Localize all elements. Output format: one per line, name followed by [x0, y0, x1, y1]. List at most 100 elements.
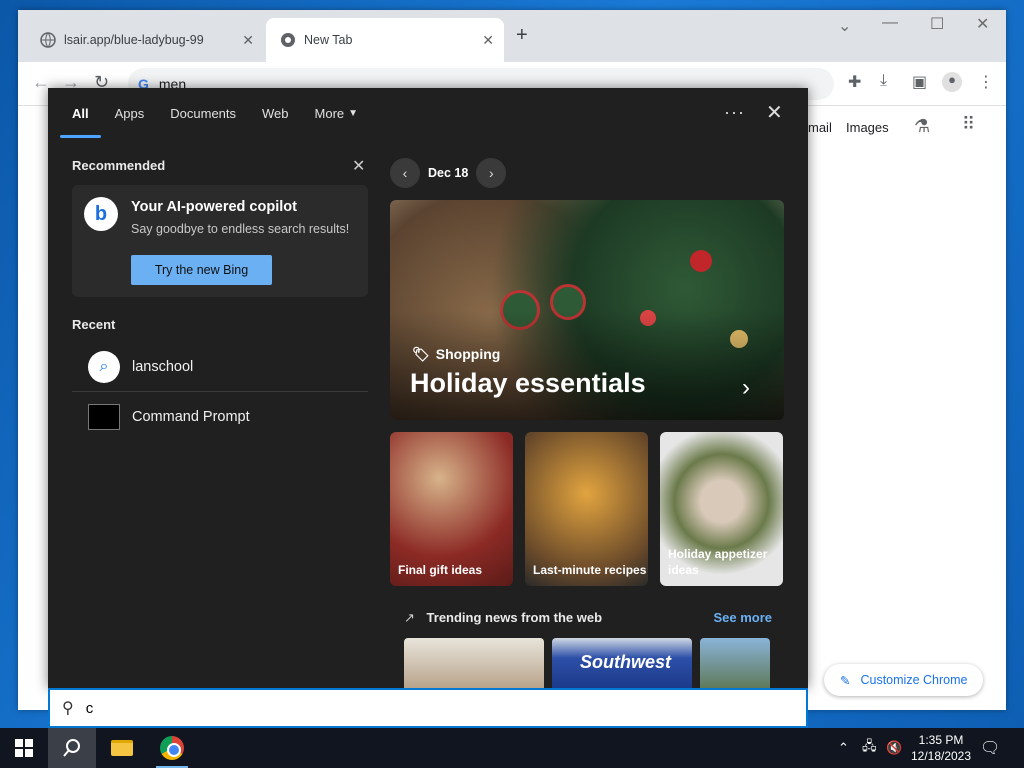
tab-all[interactable]: All — [60, 88, 100, 138]
news-strip: Southwest — [404, 638, 778, 688]
hero-tag: 🏷 Shopping — [412, 346, 500, 363]
download-icon[interactable]: ⤓ — [880, 72, 887, 90]
news-item[interactable] — [700, 638, 770, 688]
bing-logo-icon: b — [84, 197, 118, 231]
chrome-icon — [160, 736, 184, 760]
maximize-button[interactable]: ☐ — [930, 14, 944, 34]
tab-close-icon[interactable]: ✕ — [482, 32, 494, 49]
tab-web[interactable]: Web — [262, 88, 289, 138]
search-icon — [63, 739, 80, 757]
news-item[interactable]: Southwest — [552, 638, 692, 688]
southwest-logo: Southwest — [580, 652, 672, 672]
tab-strip: lsair.app/blue-ladybug-99 ✕ New Tab ✕ + … — [18, 10, 1006, 62]
tab-new-tab[interactable]: New Tab ✕ — [266, 18, 504, 62]
date-nav: ‹ Dec 18 › — [390, 158, 786, 188]
tab-more[interactable]: More ▼ — [315, 88, 359, 138]
hero-tag-label: Shopping — [435, 346, 501, 362]
search-icon: ⌕ — [88, 351, 120, 383]
close-window-button[interactable]: ✕ — [976, 14, 989, 34]
card-label: Holiday appetizer ideas — [668, 547, 768, 577]
folder-icon — [111, 740, 133, 756]
extensions-icon[interactable]: ✚ — [848, 72, 861, 92]
recent-item-label: Command Prompt — [132, 409, 250, 425]
recent-heading: Recent — [72, 317, 116, 332]
recent-item-label: lanschool — [132, 358, 194, 375]
hero-card-holiday[interactable]: 🏷 Shopping Holiday essentials › — [390, 200, 784, 420]
recent-item-lanschool[interactable]: ⌕ lanschool — [72, 342, 368, 392]
search-box[interactable]: ⚲ — [48, 688, 808, 728]
notification-icon[interactable]: 🗨 — [980, 738, 1000, 758]
side-panel-icon[interactable]: ▣ — [912, 72, 927, 92]
tab-title: lsair.app/blue-ladybug-99 — [64, 33, 204, 47]
card-label: Final gift ideas — [398, 563, 483, 577]
bing-promo-card: b Your AI-powered copilot Say goodbye to… — [72, 185, 368, 297]
card-gift-ideas[interactable]: Final gift ideas — [390, 432, 513, 586]
volume-muted-icon[interactable]: 🔇 — [886, 728, 902, 768]
tab-title: New Tab — [304, 33, 353, 47]
tab-lsair[interactable]: lsair.app/blue-ladybug-99 ✕ — [26, 18, 264, 62]
search-input[interactable] — [85, 699, 686, 717]
close-flyout-icon[interactable]: ✕ — [766, 100, 783, 125]
recommended-heading: Recommended — [72, 158, 166, 173]
clock[interactable]: 1:35 PM 12/18/2023 — [906, 732, 976, 764]
taskbar-search-button[interactable] — [48, 728, 96, 768]
card-appetizer[interactable]: Holiday appetizer ideas — [660, 432, 783, 586]
more-options-icon[interactable]: ··· — [724, 102, 745, 123]
prev-date-icon[interactable]: ‹ — [390, 158, 420, 188]
see-more-link[interactable]: See more — [713, 610, 772, 625]
network-icon[interactable]: 🖧 — [862, 728, 877, 768]
apps-grid-icon[interactable]: ⠿ — [962, 114, 975, 135]
clock-time: 1:35 PM — [918, 733, 964, 747]
right-pane: ‹ Dec 18 › 🏷 Shopping Holiday essentials … — [390, 158, 786, 688]
dropdown-arrow-icon: ▼ — [348, 107, 359, 119]
left-pane: Recommended ✕ b Your AI-powered copilot … — [72, 158, 368, 442]
globe-icon — [40, 32, 56, 48]
search-flyout: All Apps Documents Web More ▼ ··· ✕ Reco… — [48, 88, 808, 688]
chrome-icon — [280, 32, 296, 48]
card-label: Last-minute recipes — [533, 563, 647, 577]
customize-label: Customize Chrome — [860, 673, 968, 687]
bing-card-title: Your AI-powered copilot — [131, 199, 297, 215]
minimize-button[interactable]: — — [882, 14, 898, 32]
labs-icon[interactable]: ⚗ — [914, 116, 930, 137]
tab-close-icon[interactable]: ✕ — [242, 32, 254, 49]
trending-title: Trending news from the web — [426, 610, 603, 625]
tag-icon: 🏷 — [412, 346, 430, 362]
tab-more-label: More — [314, 105, 345, 121]
ornament-image — [690, 250, 712, 272]
search-tabs: All Apps Documents Web More ▼ ··· ✕ — [48, 88, 808, 138]
bing-card-subtitle: Say goodbye to endless search results! — [131, 222, 350, 236]
start-button[interactable] — [0, 728, 48, 768]
topic-cards: Final gift ideas Last-minute recipes Hol… — [390, 432, 795, 586]
hero-shade — [390, 310, 784, 420]
search-icon: ⚲ — [62, 700, 74, 717]
trending-icon: ↗ — [404, 610, 415, 625]
chevron-right-icon: › — [742, 374, 750, 401]
trending-header: ↗ Trending news from the web See more — [404, 610, 772, 630]
new-tab-button[interactable]: + — [516, 24, 528, 47]
cmd-icon — [88, 404, 120, 430]
hero-title: Holiday essentials — [410, 368, 646, 398]
dismiss-recommended-icon[interactable]: ✕ — [352, 156, 365, 176]
profile-icon[interactable]: ● — [942, 72, 962, 92]
taskbar: ⌃ 🖧 🔇 1:35 PM 12/18/2023 🗨 — [0, 728, 1024, 768]
date-label: Dec 18 — [428, 166, 469, 180]
clock-date: 12/18/2023 — [910, 749, 972, 763]
try-bing-button[interactable]: Try the new Bing — [131, 255, 272, 285]
file-explorer-button[interactable] — [98, 728, 146, 768]
gmail-link[interactable]: mail — [808, 120, 832, 135]
tab-documents[interactable]: Documents — [170, 88, 236, 138]
customize-chrome-button[interactable]: ✎ Customize Chrome — [824, 664, 984, 696]
chrome-taskbar-button[interactable] — [148, 728, 196, 768]
tab-search-dropdown-icon[interactable]: ⌄ — [838, 16, 851, 36]
tab-apps[interactable]: Apps — [115, 88, 145, 138]
windows-icon — [15, 739, 33, 757]
news-item[interactable] — [404, 638, 544, 688]
pencil-icon: ✎ — [840, 673, 851, 688]
recent-item-command-prompt[interactable]: Command Prompt — [72, 392, 368, 442]
next-date-icon[interactable]: › — [476, 158, 507, 188]
menu-icon[interactable]: ⋮ — [978, 72, 994, 92]
chevron-up-icon[interactable]: ⌃ — [838, 728, 849, 768]
card-recipes[interactable]: Last-minute recipes — [525, 432, 648, 586]
images-link[interactable]: Images — [846, 120, 889, 135]
